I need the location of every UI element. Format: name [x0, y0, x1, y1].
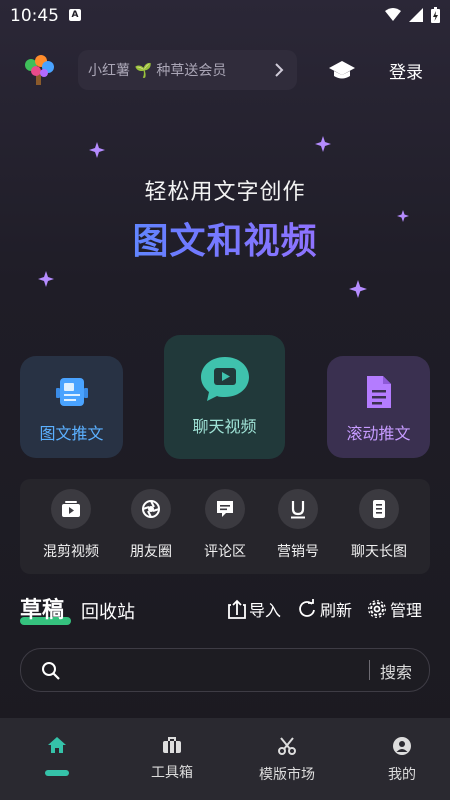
import-button[interactable]: 导入 — [228, 597, 281, 621]
tab-drafts[interactable]: 草稿 — [20, 592, 64, 624]
card-label: 图文推文 — [39, 424, 104, 443]
tool-comments[interactable]: 评论区 — [185, 489, 265, 561]
tool-marketing[interactable]: 营销号 — [258, 489, 338, 561]
tool-label: 朋友圈 — [130, 544, 172, 560]
notification-badge-icon: A — [69, 9, 81, 21]
sparkle-icon — [89, 142, 105, 158]
long-image-icon — [373, 500, 385, 518]
underline-u-icon — [291, 501, 305, 519]
nav-template-market[interactable]: 模版市场 — [242, 736, 332, 784]
hero-subtitle: 轻松用文字创作 — [144, 180, 306, 205]
card-label: 聊天视频 — [192, 417, 257, 436]
chat-video-icon — [200, 357, 249, 401]
nav-home[interactable] — [12, 736, 102, 762]
refresh-button[interactable]: 刷新 — [297, 597, 352, 621]
sparkle-icon — [38, 271, 54, 287]
tools-row: 混剪视频 朋友圈 评论区 营销号 聊天长图 — [20, 479, 430, 574]
battery-icon — [431, 7, 440, 23]
search-divider — [369, 660, 370, 680]
card-label: 滚动推文 — [346, 424, 411, 443]
refresh-label: 刷新 — [320, 601, 353, 620]
sparkle-icon — [349, 280, 367, 298]
nav-toolbox[interactable]: 工具箱 — [127, 736, 217, 782]
import-icon — [228, 599, 246, 619]
status-time: 10:45 — [10, 6, 59, 26]
sparkle-icon — [315, 136, 331, 152]
tool-label: 聊天长图 — [351, 544, 407, 560]
hero-title: 图文和视频 — [0, 212, 450, 264]
home-icon — [48, 737, 66, 753]
promo-banner[interactable]: 小红薯 🌱 种草送会员 — [78, 50, 297, 90]
card-scroll-doc[interactable]: 滚动推文 — [327, 356, 430, 458]
tool-video-mix[interactable]: 混剪视频 — [31, 489, 111, 561]
camera-shutter-icon — [142, 500, 160, 518]
gear-icon — [368, 600, 386, 618]
tool-chat-long-image[interactable]: 聊天长图 — [339, 489, 419, 561]
video-mix-icon — [62, 501, 80, 517]
tool-label: 营销号 — [277, 544, 319, 560]
image-text-icon — [55, 378, 88, 406]
status-icons — [385, 7, 440, 23]
status-bar: 10:45 A — [0, 0, 450, 32]
graduation-cap-icon[interactable] — [328, 58, 356, 82]
search-input[interactable] — [71, 657, 365, 683]
nav-profile[interactable]: 我的 — [357, 736, 447, 784]
refresh-icon — [299, 599, 315, 617]
nav-label: 模版市场 — [259, 767, 315, 783]
tab-recycle-bin[interactable]: 回收站 — [81, 598, 135, 624]
chevron-right-icon — [275, 63, 284, 77]
promo-text: 小红薯 🌱 种草送会员 — [88, 63, 227, 79]
tool-moments[interactable]: 朋友圈 — [111, 489, 191, 561]
card-image-text[interactable]: 图文推文 — [20, 356, 123, 458]
card-chat-video[interactable]: 聊天视频 — [164, 335, 285, 459]
manage-button[interactable]: 管理 — [367, 597, 422, 621]
manage-label: 管理 — [390, 601, 423, 620]
import-label: 导入 — [249, 601, 282, 620]
tool-label: 混剪视频 — [43, 544, 99, 560]
comment-icon — [217, 501, 233, 517]
signal-icon — [409, 8, 423, 22]
search-icon — [42, 662, 60, 680]
toolbox-icon — [163, 737, 181, 753]
search-button[interactable]: 搜索 — [380, 659, 412, 683]
app-logo[interactable] — [22, 53, 56, 87]
login-button[interactable]: 登录 — [389, 58, 423, 83]
nav-label: 我的 — [388, 767, 416, 783]
wifi-icon — [385, 8, 401, 21]
search-bar: 搜索 — [20, 648, 430, 692]
nav-active-indicator — [45, 770, 69, 776]
user-icon — [393, 737, 411, 755]
bottom-nav: 工具箱 模版市场 我的 — [0, 718, 450, 800]
scroll-doc-icon — [366, 376, 391, 408]
scissors-icon — [278, 737, 296, 755]
nav-label: 工具箱 — [151, 765, 193, 781]
tool-label: 评论区 — [204, 544, 246, 560]
